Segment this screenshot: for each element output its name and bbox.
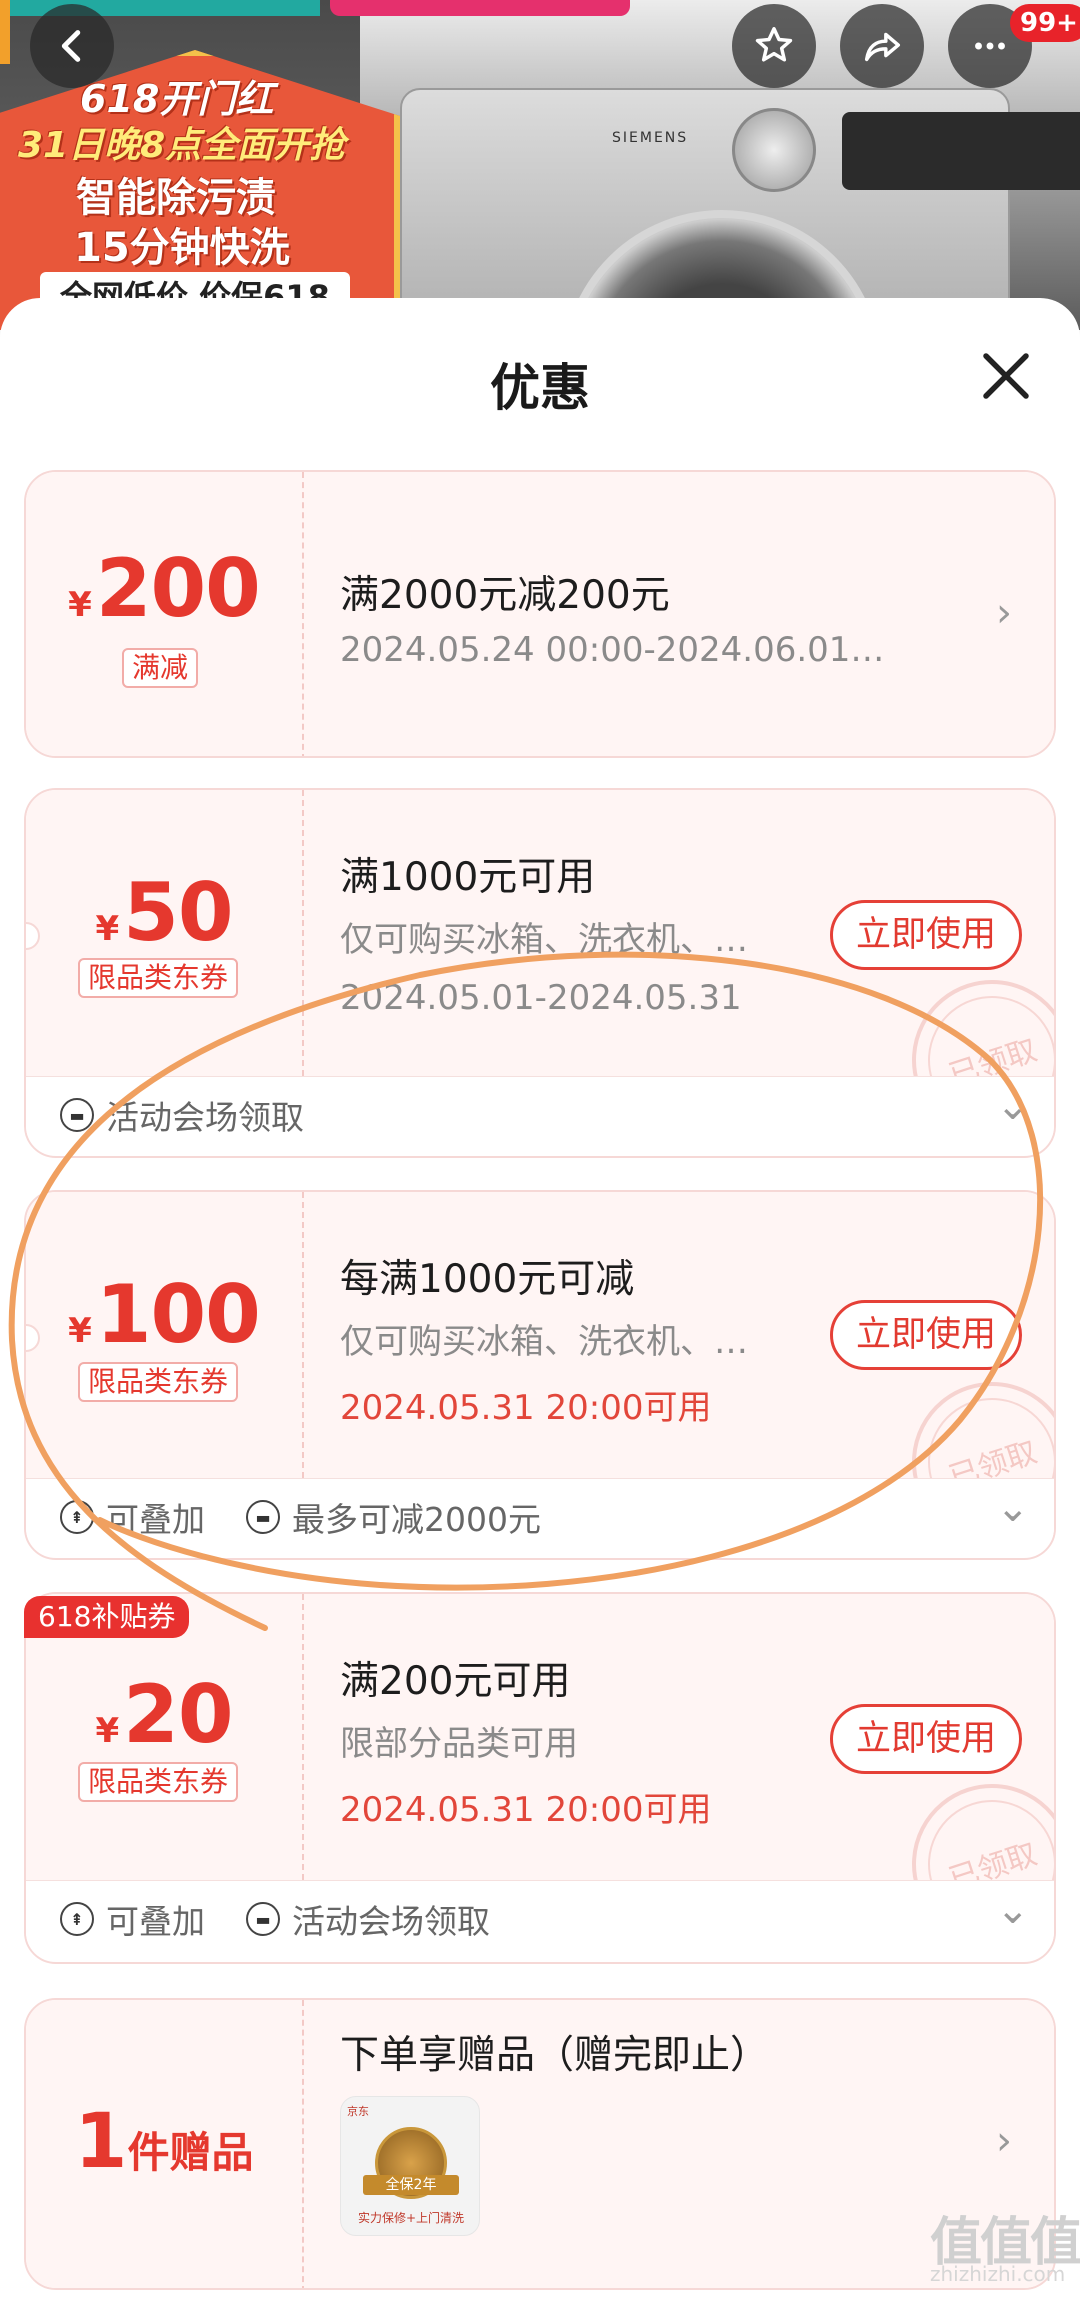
coupon-scope: 仅可购买冰箱、洗衣机、…: [340, 1322, 748, 1362]
more-icon: [975, 42, 1005, 50]
coupon-card[interactable]: ¥20 限品类东券 满200元可用 限部分品类可用 2024.05.31 20:…: [24, 1592, 1056, 1964]
promo-line: 15分钟快洗: [74, 225, 290, 271]
favorite-button[interactable]: [732, 4, 816, 88]
coupon-card[interactable]: ¥50 限品类东券 满1000元可用 仅可购买冰箱、洗衣机、… 2024.05.…: [24, 788, 1056, 1158]
watermark-url: zhizhizhi.com: [930, 2262, 1066, 2286]
sheet-title: 优惠: [490, 359, 590, 417]
chevron-down-icon[interactable]: ⌄: [996, 1887, 1030, 1933]
chevron-right-icon[interactable]: ›: [996, 2118, 1012, 2164]
coupon-amount: ¥20: [95, 1668, 234, 1761]
coupon-footer-label: 活动会场领取: [292, 1902, 490, 1941]
gift-caption: 实力保修+上门清洗: [357, 2211, 465, 2225]
coupon-amount: ¥200: [68, 542, 261, 635]
coupon-type-tag: 满减: [122, 648, 199, 688]
star-icon: [755, 27, 793, 62]
gift-thumbnail[interactable]: 京东 全保2年 实力保修+上门清洗: [340, 2096, 480, 2236]
back-icon: [61, 30, 81, 62]
coupon-icon: ▬: [246, 1500, 280, 1534]
message-count-badge: 99+: [1010, 4, 1080, 42]
coupon-title: 满1000元可用: [340, 855, 596, 900]
use-now-button[interactable]: 立即使用: [830, 1300, 1022, 1370]
coupon-title: 每满1000元可减: [340, 1257, 635, 1302]
coupon-footer-label: 活动会场领取: [106, 1098, 304, 1137]
coupon-title: 满200元可用: [340, 1659, 571, 1704]
coupon-card[interactable]: ¥100 限品类东券 每满1000元可减 仅可购买冰箱、洗衣机、… 2024.0…: [24, 1190, 1056, 1560]
coupon-footer-label: 可叠加: [106, 1500, 205, 1539]
coupon-date: 2024.05.24 00:00-2024.06.01…: [340, 630, 885, 670]
product-hero: 618开门红 31日晚8点全面开抢 智能除污渍 15分钟快洗 全网低价 价保61…: [0, 0, 1080, 330]
promo-line: 618开门红: [80, 77, 274, 121]
use-now-button[interactable]: 立即使用: [830, 900, 1022, 970]
coupon-date: 2024.05.31 20:00可用: [340, 1790, 712, 1830]
coupon-type-tag: 限品类东券: [78, 1362, 239, 1402]
jd-logo: 京东: [347, 2105, 369, 2118]
use-now-button[interactable]: 立即使用: [830, 1704, 1022, 1774]
stack-icon: ⇞: [60, 1500, 94, 1534]
coupon-title: 满2000元减200元: [340, 573, 670, 618]
promo-line: 31日晚8点全面开抢: [18, 125, 346, 166]
coupon-scope: 仅可购买冰箱、洗衣机、…: [340, 920, 748, 960]
coupon-footer-label: 可叠加: [106, 1902, 205, 1941]
share-icon: [864, 32, 901, 62]
coupon-icon: ▬: [246, 1902, 280, 1936]
gift-title: 下单享赠品（赠完即止）: [340, 2033, 770, 2078]
close-icon[interactable]: [976, 346, 1036, 406]
chevron-down-icon[interactable]: ⌄: [996, 1083, 1030, 1129]
coupon-date: 2024.05.01-2024.05.31: [340, 978, 742, 1018]
coupon-type-tag: 限品类东券: [78, 958, 239, 998]
coupon-scope: 限部分品类可用: [340, 1724, 578, 1764]
coupon-date: 2024.05.31 20:00可用: [340, 1388, 712, 1428]
coupon-amount: ¥50: [95, 866, 234, 959]
share-button[interactable]: [840, 4, 924, 88]
gift-count: 1件赠品: [74, 2096, 254, 2185]
warranty-label: 全保2年: [363, 2175, 459, 2195]
subsidy-ribbon: 618补贴券: [24, 1596, 190, 1638]
chevron-right-icon[interactable]: ›: [996, 590, 1012, 636]
stack-icon: ⇞: [60, 1902, 94, 1936]
coupon-card[interactable]: ¥200 满减 满2000元减200元 2024.05.24 00:00-202…: [24, 470, 1056, 758]
chevron-down-icon[interactable]: ⌄: [996, 1485, 1030, 1531]
coupon-footer-label: 最多可减2000元: [292, 1500, 541, 1539]
coupon-amount: ¥100: [68, 1268, 261, 1361]
washer-brand: SIEMENS: [612, 130, 689, 146]
gift-card[interactable]: 1件赠品 下单享赠品（赠完即止） 京东 全保2年 实力保修+上门清洗 ›: [24, 1998, 1056, 2290]
washing-machine-image: SIEMENS: [400, 88, 1080, 330]
coupon-type-tag: 限品类东券: [78, 1762, 239, 1802]
coupon-icon: ▬: [60, 1098, 94, 1132]
back-button[interactable]: [30, 4, 114, 88]
